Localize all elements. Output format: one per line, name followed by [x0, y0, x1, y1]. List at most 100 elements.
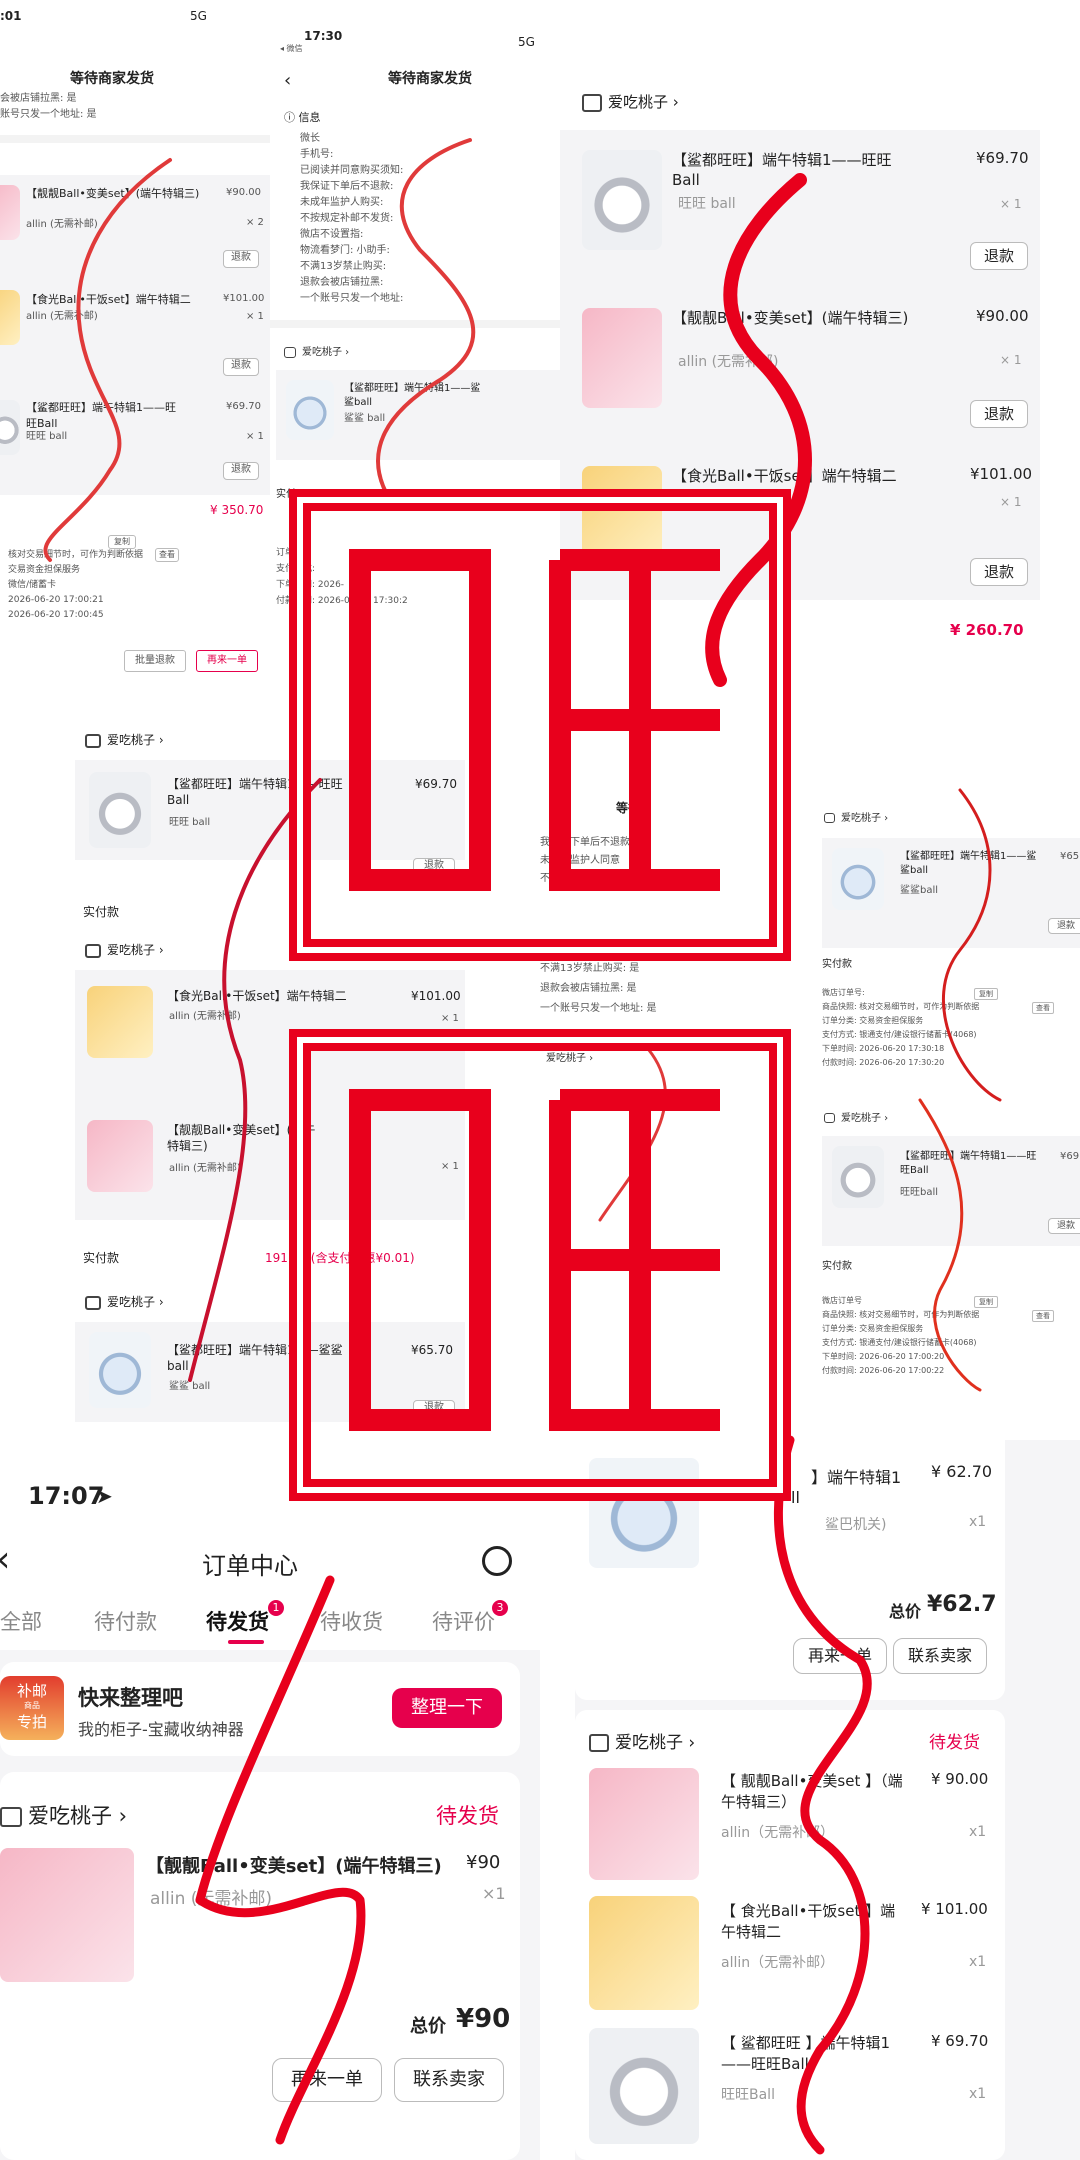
item-name: 【鲨都旺旺】端午特辑1——旺旺Ball [900, 1151, 1037, 1176]
contact-seller-button[interactable]: 联系卖家 [394, 2058, 504, 2102]
order-status: 待发货 [436, 1804, 499, 1828]
back-to-app[interactable]: ◂ 微信 [280, 42, 303, 56]
item-name-line2: ll [791, 1488, 800, 1507]
tab-pending-shipment[interactable]: 待发货 [206, 1606, 269, 1636]
item-price: ¥90 [466, 1852, 501, 1873]
item-spec: allin (无需补邮) [150, 1889, 273, 1909]
copy-button[interactable]: 复制 [108, 535, 136, 549]
item-name: 【靓靓Ball•变美set】(端午特辑三) [672, 309, 909, 327]
refund-button[interactable]: 退款 [970, 242, 1028, 270]
reorder-button[interactable]: 再来一单 [272, 2058, 382, 2102]
copy-button[interactable]: 复制 [974, 1296, 998, 1308]
view-button[interactable]: 查看 [155, 548, 179, 562]
refund-button[interactable]: 退款 [223, 250, 259, 268]
shop-icon [85, 733, 101, 748]
info-line: 2026-06-20 17:00:45 [8, 610, 104, 620]
refund-button[interactable]: 退款 [970, 400, 1028, 428]
item-spec: 鲨鲨ball [900, 885, 939, 896]
organize-button[interactable]: 整理一下 [392, 1688, 502, 1728]
view-button[interactable]: 查看 [1032, 1002, 1054, 1014]
shop-name[interactable]: 爱吃桃子 › [824, 1112, 888, 1126]
info-line: 已阅读并同意购买须知: [300, 165, 404, 176]
refund-button[interactable]: 退款 [413, 858, 455, 876]
item-price: ¥101.00 [411, 989, 461, 1003]
info-line: 不满13岁禁止购买: [300, 261, 387, 272]
shop-name[interactable]: 爱吃桃子 › [85, 942, 164, 958]
reorder-button[interactable]: 再来一单 [793, 1638, 887, 1674]
info-line: 我保证下单后不退款 [540, 837, 630, 848]
contact-seller-button[interactable]: 联系卖家 [893, 1638, 987, 1674]
info-line: 物流看梦门: 小助手: [300, 245, 390, 256]
paid-label: 实付款 [822, 959, 852, 970]
item-name: 【鲨都旺旺】端午特辑1——鲨鲨ball [900, 851, 1037, 876]
status-time: 17:07 [28, 1482, 105, 1510]
product-thumbnail [589, 1768, 699, 1880]
info-line: 支付方式: 银通支付/建设银行储蓄卡(4068) [822, 1030, 977, 1039]
item-price: ¥ 62.70 [931, 1462, 993, 1481]
info-line: 下单时间: 2026-06-20 17:00:20 [822, 1352, 945, 1361]
info-line: 我保证下单后不退款: [300, 181, 394, 192]
shop-icon [284, 346, 296, 358]
refund-button[interactable]: 退款 [413, 1400, 455, 1418]
info-line: 支付方式: 银通支付/建设银行储蓄卡(4068) [822, 1338, 977, 1347]
shop-name[interactable]: 爱吃桃子 › [546, 1052, 593, 1066]
info-line: 不按规定补邮不发货 [540, 873, 630, 884]
item-qty: × 1 [1000, 353, 1022, 367]
shop-name[interactable]: 爱吃桃子 › [85, 732, 164, 748]
refund-button[interactable]: 退款 [1048, 1218, 1080, 1234]
item-qty: × 1 [1000, 197, 1022, 211]
item-name: 【鲨都旺旺】端午特辑1——旺旺Ball [672, 151, 892, 189]
tab-badge: 1 [268, 1600, 284, 1616]
item-name: 【鲨都旺旺】端午特辑1——鲨鲨ball [344, 383, 481, 408]
batch-refund-button[interactable]: 批量退款 [124, 650, 186, 672]
item-name: 【 鲨都旺旺 】端午特辑1——旺旺Ball [721, 2034, 891, 2073]
tab-pending-receipt[interactable]: 待收货 [320, 1606, 383, 1636]
tab-pending-payment[interactable]: 待付款 [94, 1606, 157, 1636]
item-price: ¥101.00 [223, 293, 265, 304]
promo-image: 补邮 商品 专拍 [0, 1676, 64, 1740]
order-detail-panel-a: :01 5G 等待商家发货 会被店铺拉黑: 是 账号只发一个地址: 是 【靓靓B… [0, 0, 270, 680]
reorder-button[interactable]: 再来一单 [196, 650, 258, 672]
info-line: 会被店铺拉黑: 是 [0, 93, 77, 104]
info-line: 支付方式: [276, 564, 316, 574]
shop-name[interactable]: 爱吃桃子 › [589, 1728, 695, 1753]
view-button[interactable]: 查看 [1032, 1310, 1054, 1322]
shop-icon [85, 1295, 101, 1310]
refund-button[interactable]: 退款 [1048, 918, 1080, 934]
refund-button[interactable]: 退款 [223, 358, 259, 376]
tab-all[interactable]: 全部 [0, 1606, 42, 1636]
product-thumbnail [582, 466, 662, 566]
product-thumbnail [87, 986, 153, 1058]
search-icon[interactable] [482, 1546, 512, 1576]
shop-name[interactable]: 爱吃桃子 › [824, 812, 888, 826]
item-price: ¥69.70 [226, 401, 261, 412]
item-price: ¥ 69.70 [931, 2032, 989, 2050]
copy-button[interactable]: 复制 [974, 988, 998, 1000]
paid-label: 实付款 [822, 1261, 852, 1272]
item-price: ¥ 101.00 [921, 1900, 988, 1918]
item-spec: allin (无需补邮) [678, 492, 779, 508]
product-thumbnail[interactable] [0, 1848, 134, 1982]
info-line: 退款会被店铺拉黑: [300, 277, 384, 288]
refund-button[interactable]: 退款 [970, 558, 1028, 586]
shop-name[interactable]: 爱吃桃子 › [85, 1294, 164, 1310]
back-arrow-icon[interactable]: ‹ [0, 1540, 10, 1580]
order-panel-f: 爱吃桃子 › 【鲨都旺旺】端午特辑1——鲨鲨ball 鲨鲨ball ¥65 退款… [810, 800, 1080, 1390]
back-arrow-icon[interactable]: ‹ [284, 70, 291, 91]
order-panel-d: 爱吃桃子 › 【鲨都旺旺】端午特辑1——旺旺Ball 旺旺 ball ¥69.7… [75, 720, 465, 1440]
item-spec: 鲨巴机关) [825, 1517, 887, 1533]
item-price: ¥101.00 [970, 465, 1033, 483]
shop-name[interactable]: 爱吃桃子 › [0, 1800, 127, 1830]
item-name: 【 食光Ball•干饭set 】端午特辑二 [721, 1902, 896, 1941]
refund-button[interactable]: 退款 [223, 462, 259, 480]
item-qty: × 1 [441, 1013, 459, 1024]
shop-name[interactable]: 爱吃桃子 › [284, 346, 349, 360]
shop-name[interactable]: 爱吃桃子 › [582, 92, 679, 112]
page-title: 等待商家发货 [388, 71, 472, 87]
status-time: :01 [0, 9, 22, 23]
item-spec: 旺旺 ball [169, 817, 211, 828]
stamp-inner [549, 1089, 720, 1431]
tab-pending-review[interactable]: 待评价 [432, 1606, 495, 1636]
order-panel-c: 爱吃桃子 › 【鲨都旺旺】端午特辑1——旺旺Ball 旺旺 ball ¥69.7… [560, 80, 1080, 660]
item-price: ¥90.00 [226, 187, 261, 198]
